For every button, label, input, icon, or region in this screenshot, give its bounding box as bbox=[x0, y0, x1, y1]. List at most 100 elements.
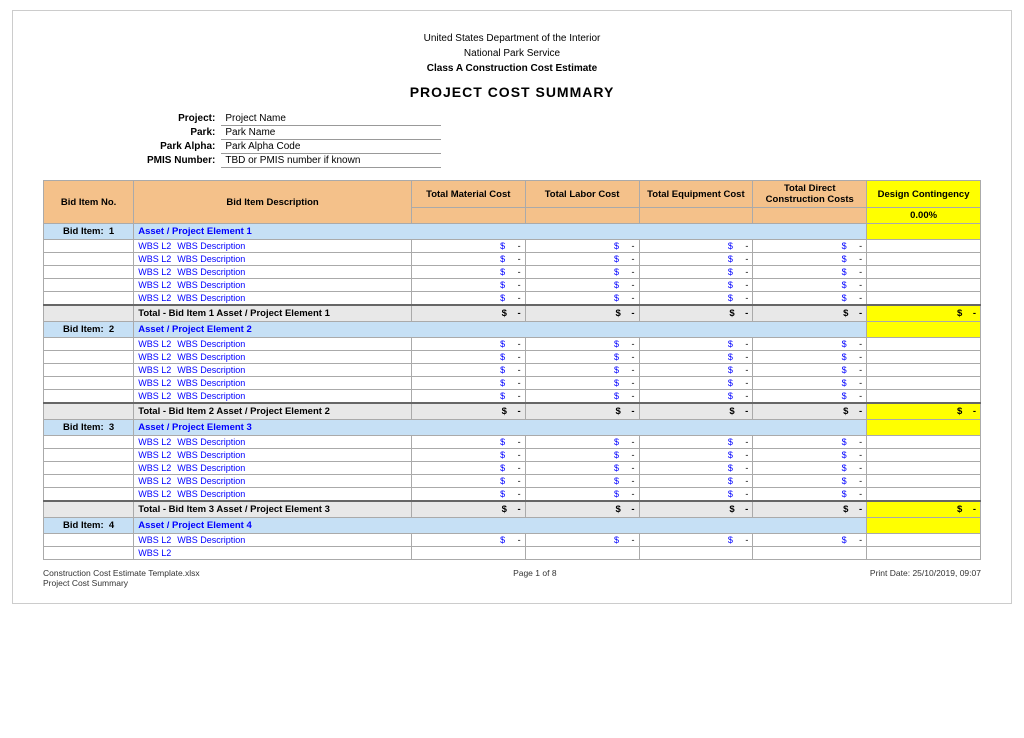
col-direct-spacer bbox=[753, 208, 867, 224]
wbs-labor-cost: $ - bbox=[525, 279, 639, 292]
wbs-direct-cost: $ - bbox=[753, 240, 867, 253]
page-footer: Construction Cost Estimate Template.xlsx… bbox=[43, 568, 981, 588]
wbs-material-cost: $ - bbox=[411, 279, 525, 292]
wbs-desc-cell: WBS L2 WBS Description bbox=[134, 292, 412, 306]
total-material: $ - bbox=[411, 501, 525, 518]
total-labor: $ - bbox=[525, 403, 639, 420]
footer-filename: Construction Cost Estimate Template.xlsx bbox=[43, 568, 200, 578]
wbs-material-cost: $ - bbox=[411, 240, 525, 253]
wbs-desc-cell: WBS L2 WBS Description bbox=[134, 240, 412, 253]
wbs-material-cost: $ - bbox=[411, 436, 525, 449]
total-direct: $ - bbox=[753, 501, 867, 518]
wbs-direct-cost: $ - bbox=[753, 266, 867, 279]
footer-left: Construction Cost Estimate Template.xlsx… bbox=[43, 568, 200, 588]
wbs-material-cost: $ - bbox=[411, 351, 525, 364]
wbs-material-cost: $ - bbox=[411, 292, 525, 306]
wbs-design-col bbox=[867, 449, 981, 462]
wbs-design-col bbox=[867, 488, 981, 502]
bid-item-design-cell bbox=[867, 420, 981, 436]
wbs-desc-cell: WBS L2 WBS Description bbox=[134, 266, 412, 279]
wbs-design-col bbox=[867, 364, 981, 377]
col-total-material: Total Material Cost bbox=[411, 181, 525, 208]
wbs-desc-cell: WBS L2 WBS Description bbox=[134, 351, 412, 364]
wbs-desc-cell: WBS L2 WBS Description bbox=[134, 534, 412, 547]
wbs-design-col bbox=[867, 377, 981, 390]
wbs-row: WBS L2 bbox=[44, 547, 981, 560]
wbs-empty-no bbox=[44, 449, 134, 462]
total-equipment: $ - bbox=[639, 501, 753, 518]
wbs-equipment-cost: $ - bbox=[639, 253, 753, 266]
wbs-empty-no bbox=[44, 390, 134, 404]
wbs-equipment-cost: $ - bbox=[639, 534, 753, 547]
wbs-equipment-cost: $ - bbox=[639, 377, 753, 390]
col-bid-item-no: Bid Item No. bbox=[44, 181, 134, 224]
wbs-material-cost: $ - bbox=[411, 266, 525, 279]
wbs-desc-cell: WBS L2 WBS Description bbox=[134, 253, 412, 266]
wbs-equipment-cost: $ - bbox=[639, 351, 753, 364]
wbs-direct-cost: $ - bbox=[753, 292, 867, 306]
wbs-equipment-cost: $ - bbox=[639, 390, 753, 404]
total-design: $ - bbox=[867, 501, 981, 518]
wbs-empty-no bbox=[44, 547, 134, 560]
pmis-value: TBD or PMIS number if known bbox=[221, 154, 441, 168]
total-row-label-no bbox=[44, 403, 134, 420]
wbs-equipment-cost: $ - bbox=[639, 449, 753, 462]
bid-item-number: Bid Item: 1 bbox=[44, 224, 134, 240]
bid-item-total-row: Total - Bid Item 3 Asset / Project Eleme… bbox=[44, 501, 981, 518]
wbs-equipment-cost: $ - bbox=[639, 488, 753, 502]
wbs-row: WBS L2 WBS Description $ - $ - $ - $ - bbox=[44, 338, 981, 351]
col-total-direct: Total Direct Construction Costs bbox=[753, 181, 867, 208]
footer-sheet-name: Project Cost Summary bbox=[43, 578, 200, 588]
wbs-labor-cost: $ - bbox=[525, 488, 639, 502]
col-total-labor: Total Labor Cost bbox=[525, 181, 639, 208]
col-total-equipment: Total Equipment Cost bbox=[639, 181, 753, 208]
bid-item-asset: Asset / Project Element 3 bbox=[134, 420, 867, 436]
wbs-labor-cost: $ - bbox=[525, 377, 639, 390]
wbs-desc-cell: WBS L2 WBS Description bbox=[134, 377, 412, 390]
wbs-equipment-cost: $ - bbox=[639, 279, 753, 292]
bid-item-header-row: Bid Item: 2 Asset / Project Element 2 bbox=[44, 322, 981, 338]
bid-item-design-cell bbox=[867, 322, 981, 338]
pmis-label: PMIS Number: bbox=[143, 154, 221, 168]
total-design: $ - bbox=[867, 305, 981, 322]
bid-item-asset: Asset / Project Element 4 bbox=[134, 518, 867, 534]
project-value: Project Name bbox=[221, 112, 441, 126]
col-labor-spacer bbox=[525, 208, 639, 224]
wbs-empty-no bbox=[44, 292, 134, 306]
wbs-empty-no bbox=[44, 436, 134, 449]
project-label: Project: bbox=[143, 112, 221, 126]
col-material-spacer bbox=[411, 208, 525, 224]
total-labor: $ - bbox=[525, 305, 639, 322]
wbs-labor-cost: $ - bbox=[525, 390, 639, 404]
park-alpha-value: Park Alpha Code bbox=[221, 140, 441, 154]
wbs-labor-cost: $ - bbox=[525, 449, 639, 462]
wbs-design-col bbox=[867, 534, 981, 547]
bid-item-header-row: Bid Item: 3 Asset / Project Element 3 bbox=[44, 420, 981, 436]
agency-line3: Class A Construction Cost Estimate bbox=[43, 61, 981, 76]
page-container: United States Department of the Interior… bbox=[12, 10, 1012, 604]
bid-item-total-row: Total - Bid Item 2 Asset / Project Eleme… bbox=[44, 403, 981, 420]
wbs-labor-cost: $ - bbox=[525, 436, 639, 449]
total-material: $ - bbox=[411, 305, 525, 322]
total-material: $ - bbox=[411, 403, 525, 420]
wbs-empty-no bbox=[44, 351, 134, 364]
wbs-material-cost: $ - bbox=[411, 377, 525, 390]
wbs-empty-no bbox=[44, 279, 134, 292]
wbs-design-col bbox=[867, 351, 981, 364]
park-label: Park: bbox=[143, 126, 221, 140]
bid-item-number: Bid Item: 3 bbox=[44, 420, 134, 436]
wbs-direct-cost: $ - bbox=[753, 449, 867, 462]
wbs-equipment-cost bbox=[639, 547, 753, 560]
wbs-direct-cost: $ - bbox=[753, 462, 867, 475]
wbs-design-col bbox=[867, 475, 981, 488]
total-equipment: $ - bbox=[639, 305, 753, 322]
wbs-desc-cell: WBS L2 WBS Description bbox=[134, 462, 412, 475]
wbs-direct-cost: $ - bbox=[753, 364, 867, 377]
wbs-design-col bbox=[867, 462, 981, 475]
wbs-empty-no bbox=[44, 338, 134, 351]
total-direct: $ - bbox=[753, 403, 867, 420]
col-bid-item-desc: Bid Item Description bbox=[134, 181, 412, 224]
wbs-material-cost: $ - bbox=[411, 475, 525, 488]
bid-item-number: Bid Item: 2 bbox=[44, 322, 134, 338]
wbs-design-col bbox=[867, 279, 981, 292]
